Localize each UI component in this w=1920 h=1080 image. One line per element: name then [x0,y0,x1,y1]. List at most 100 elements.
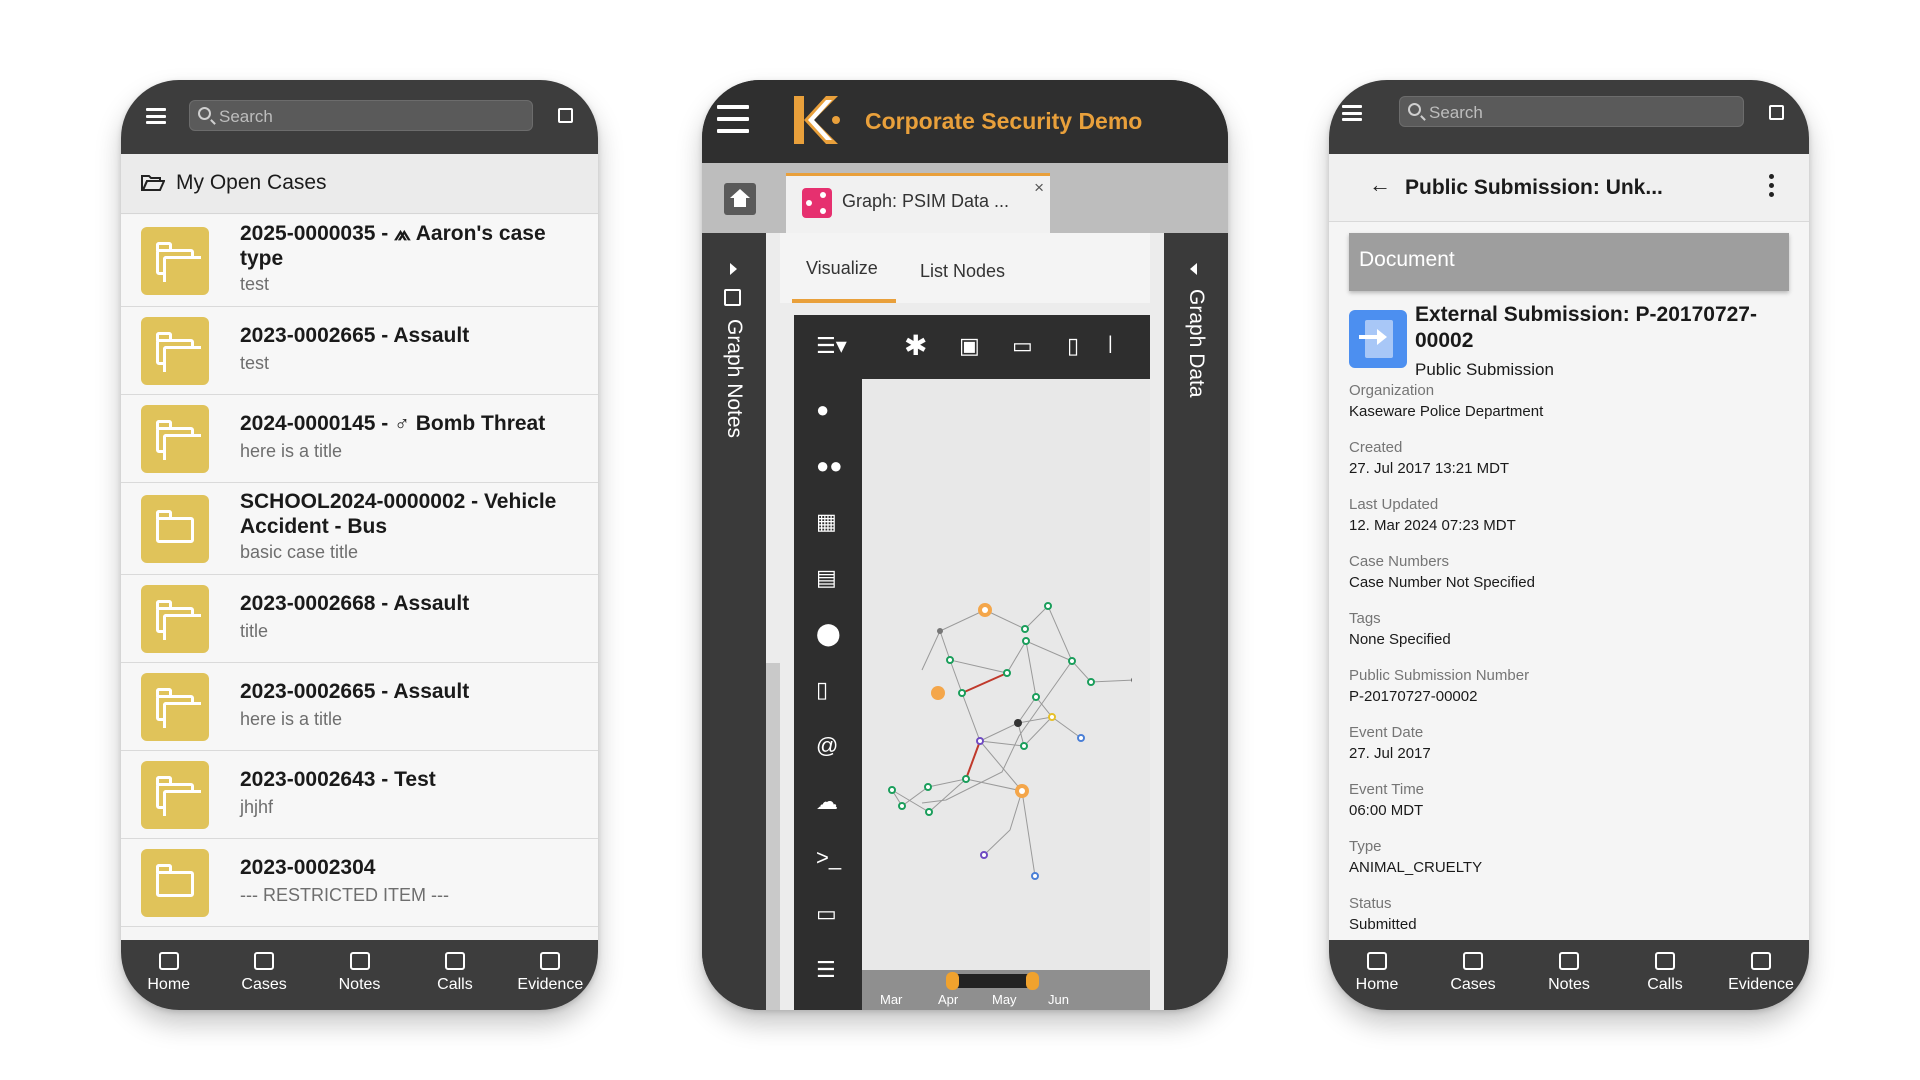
case-subtitle: basic case title [240,542,359,562]
more-options-icon[interactable] [1769,174,1775,201]
left-resize-handle[interactable] [766,663,780,1010]
graph-canvas[interactable]: ☰▾ ✱ ▣ ▭ ▯ | ● ●● ▦ ▤ ⬤ ▯ @ ☁ >_ ▭ ☰ Mar… [794,315,1150,1010]
nav-calls[interactable]: Calls [407,940,502,1010]
list-icon[interactable]: ☰ [816,957,836,983]
note-icon [349,952,370,970]
nav-home[interactable]: Home [1329,940,1425,1010]
nav-cases[interactable]: Cases [1425,940,1521,1010]
case-row[interactable]: 2023-0002668 - Assault title [121,575,598,663]
nav-notes[interactable]: Notes [312,940,407,1010]
menu-dropdown-icon[interactable]: ☰▾ [816,333,847,359]
asterisk-icon[interactable]: ✱ [904,329,927,362]
left-phone-cases: Search My Open Cases 2025-0000035 - ⩕ Aa… [121,80,598,1010]
id-card-icon[interactable]: ▤ [816,565,837,591]
inner-tabs: Visualize List Nodes [780,233,1150,303]
case-title: 2023-0002665 - Assault [240,680,470,703]
timeline-month: Jun [1048,992,1069,1007]
cloud-icon[interactable]: ☁ [816,789,838,815]
search-input[interactable]: Search [189,100,533,131]
window-toggle-icon[interactable] [558,108,573,123]
case-title: 2025-0000035 - ⩕ Aaron's case type [240,222,546,270]
document-type: Public Submission [1415,360,1554,379]
graph-data-panel[interactable]: Graph Data [1164,233,1228,1010]
menu-icon[interactable] [1342,105,1362,121]
middle-phone-graph: Corporate Security Demo Graph: PSIM Data… [702,80,1228,1010]
submission-icon [1349,310,1407,368]
folder-icon [254,952,275,970]
timeline-end-handle[interactable] [1026,972,1039,990]
folder-icon [141,227,209,295]
calls-icon [444,952,465,970]
graph-notes-panel[interactable]: Graph Notes [702,233,766,1010]
folder-icon [141,849,209,917]
case-row[interactable]: 2025-0000035 - ⩕ Aaron's case type test [121,215,598,307]
field-organization: Organization Kaseware Police Department [1349,382,1544,420]
nav-calls[interactable]: Calls [1617,940,1713,1010]
home-button[interactable] [724,183,756,215]
note-icon [1559,952,1579,970]
nav-home[interactable]: Home [121,940,216,1010]
field-event-time: Event Time 06:00 MDT [1349,781,1425,819]
folder-icon [141,317,209,385]
case-subtitle: jhjhf [240,797,274,817]
nav-evidence[interactable]: Evidence [503,940,598,1010]
calendar-icon[interactable]: ▦ [816,509,837,535]
document-section-bar[interactable]: Document [1349,233,1789,291]
email-icon[interactable]: @ [816,733,838,759]
window-toggle-icon[interactable] [1769,105,1784,120]
case-row[interactable]: SCHOOL2024-0000002 - Vehicle Accident - … [121,483,598,575]
phone-icon[interactable]: ▯ [816,677,828,703]
folder-icon[interactable]: ▭ [1012,333,1033,359]
collapse-icon[interactable] [1190,263,1197,275]
network-graph[interactable] [862,379,1132,899]
group-icon[interactable]: ●● [816,453,843,479]
terminal-icon[interactable]: >_ [816,845,841,871]
case-subtitle: test [240,274,270,294]
case-subtitle: --- RESTRICTED ITEM --- [240,885,449,905]
folder-icon [141,585,209,653]
timeline-selection[interactable] [952,974,1032,988]
app-title: Corporate Security Demo [865,108,1143,134]
case-row[interactable]: 2023-0002304 --- RESTRICTED ITEM --- [121,839,598,927]
menu-icon[interactable] [717,105,749,133]
close-icon[interactable]: × [1034,178,1044,198]
tab-visualize[interactable]: Visualize [806,258,878,279]
app-logo [794,96,840,144]
timeline[interactable]: Mar Apr May Jun [862,970,1150,1010]
nav-notes[interactable]: Notes [1521,940,1617,1010]
location-icon[interactable]: ⬤ [816,621,841,647]
nav-evidence[interactable]: Evidence [1713,940,1809,1010]
top-bar: Search [1329,80,1809,154]
tab-list-nodes[interactable]: List Nodes [920,261,1005,282]
case-row[interactable]: 2023-0002665 - Assault test [121,307,598,395]
expand-icon[interactable] [730,263,737,275]
timeline-start-handle[interactable] [946,972,959,990]
folder-icon [141,673,209,741]
save-icon[interactable]: ▣ [959,333,980,359]
nav-cases[interactable]: Cases [216,940,311,1010]
case-row[interactable]: 2023-0002665 - Assault here is a title [121,663,598,751]
case-row[interactable]: 2023-0002643 - Test jhjhf [121,751,598,839]
search-input[interactable]: Search [1399,96,1744,127]
graph-icon [802,188,832,218]
field-event-date: Event Date 27. Jul 2017 [1349,724,1431,762]
field-submission-number: Public Submission Number P-20170727-00002 [1349,667,1530,705]
case-row[interactable]: 2024-0000145 - ♂ Bomb Threat here is a t… [121,395,598,483]
folder-icon [141,761,209,829]
menu-icon[interactable] [146,108,166,124]
record-header: ← Public Submission: Unk... [1329,154,1809,222]
pdf-icon[interactable]: ▯ [1067,333,1079,359]
field-type: Type ANIMAL_CRUELTY [1349,838,1483,876]
evidence-icon [1751,952,1771,970]
graph-sidebar: ● ●● ▦ ▤ ⬤ ▯ @ ☁ >_ ▭ ☰ [794,379,862,1010]
folder-icon [141,495,209,563]
person-icon[interactable]: ● [816,397,829,423]
active-tab-indicator [792,299,896,303]
search-icon [198,107,211,120]
tab-graph[interactable]: Graph: PSIM Data ... × [786,173,1050,233]
monitor-icon[interactable]: ▭ [816,901,837,927]
bottom-nav: Home Cases Notes Calls Evidence [121,940,598,1010]
back-arrow-icon[interactable]: ← [1369,172,1391,198]
field-tags: Tags None Specified [1349,610,1451,648]
folder-icon [141,405,209,473]
